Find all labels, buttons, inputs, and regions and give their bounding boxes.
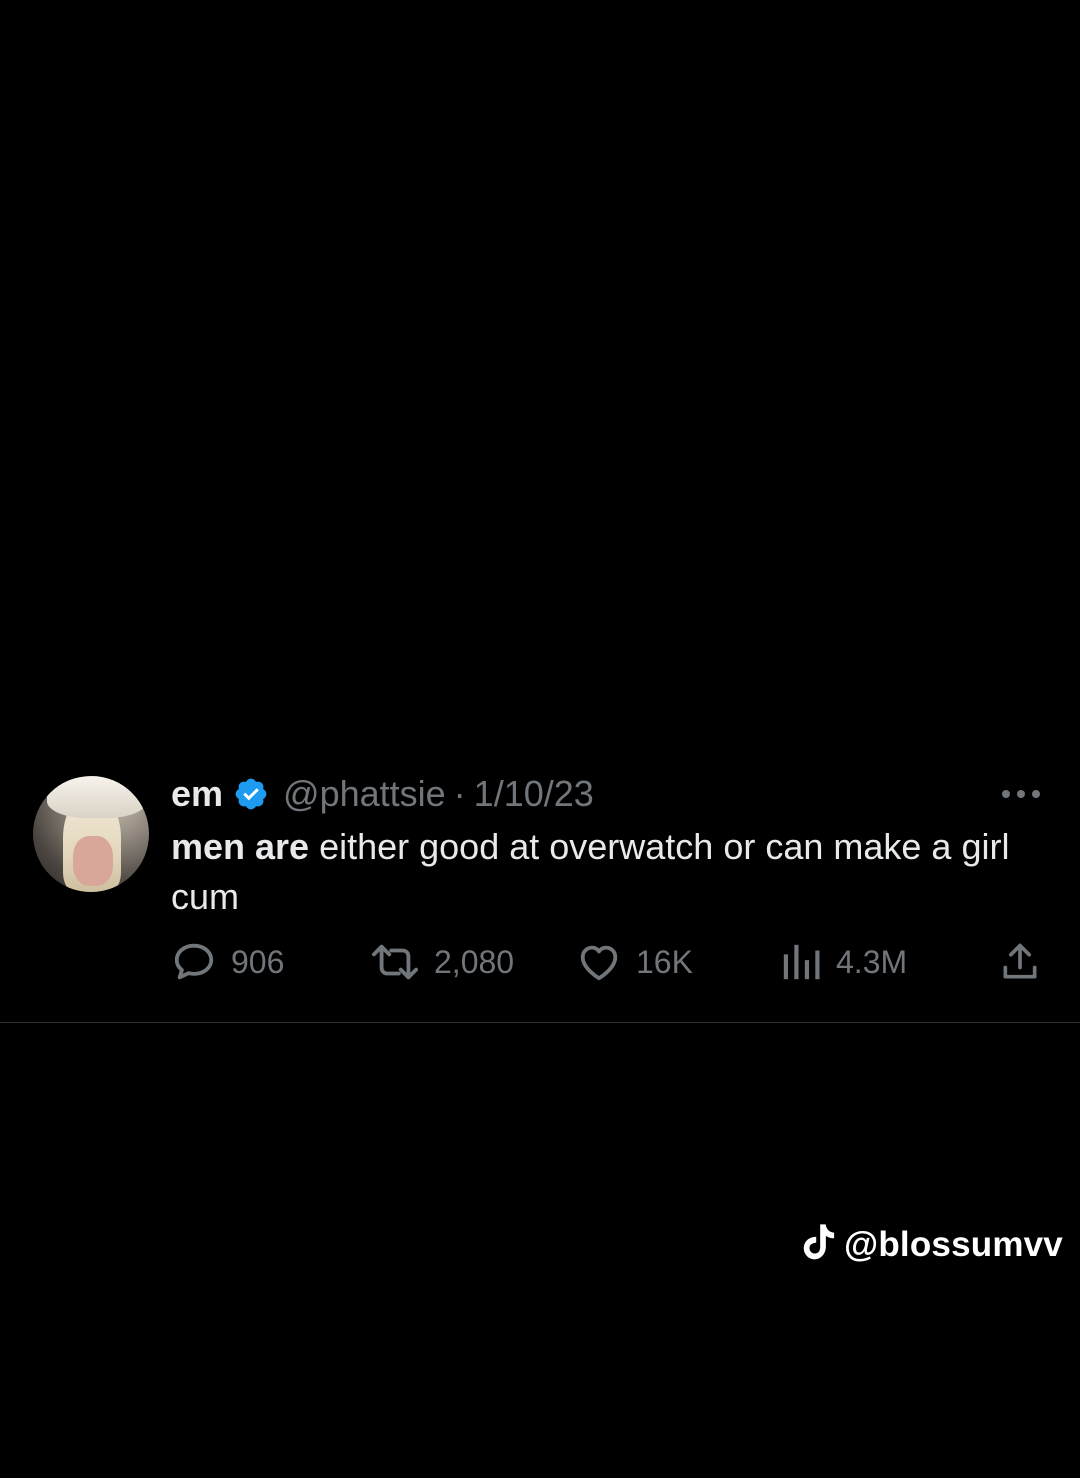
like-count: 16K [636, 943, 693, 980]
retweet-count: 2,080 [434, 943, 515, 980]
more-icon[interactable] [998, 786, 1044, 802]
author-handle[interactable]: @phattsie [283, 773, 446, 815]
divider [0, 1022, 1080, 1023]
watermark: @blossumvv [798, 1220, 1063, 1270]
tweet-text-bold: men are [171, 826, 310, 867]
tweet-header: em @phattsie · 1/10/23 [171, 770, 594, 818]
tweet-text: men are either good at overwatch or can … [171, 822, 1051, 922]
separator-dot: · [453, 773, 466, 814]
watermark-handle: @blossumvv [844, 1225, 1063, 1264]
avatar-hat [47, 776, 147, 818]
tweet[interactable]: em @phattsie · 1/10/23 men are either go… [0, 770, 1080, 1022]
share-icon [1003, 943, 1037, 979]
tweet-date[interactable]: 1/10/23 [474, 773, 594, 815]
retweet-icon [371, 944, 418, 980]
avatar[interactable] [33, 776, 149, 892]
like-button[interactable]: 16K [576, 938, 693, 986]
views-icon [783, 944, 820, 980]
views-button[interactable]: 4.3M [780, 938, 907, 986]
reply-button[interactable]: 906 [171, 938, 284, 986]
tweet-actions: 906 2,080 16K 4.3M [0, 938, 1080, 986]
share-button[interactable] [998, 938, 1042, 986]
views-count: 4.3M [836, 943, 908, 980]
retweet-button[interactable]: 2,080 [370, 938, 514, 986]
heart-icon [580, 945, 618, 981]
reply-icon [174, 943, 214, 980]
reply-count: 906 [231, 943, 285, 980]
verified-badge-icon [235, 778, 267, 810]
avatar-skin [73, 836, 113, 886]
tiktok-icon [803, 1224, 835, 1260]
author-name[interactable]: em [171, 773, 223, 815]
